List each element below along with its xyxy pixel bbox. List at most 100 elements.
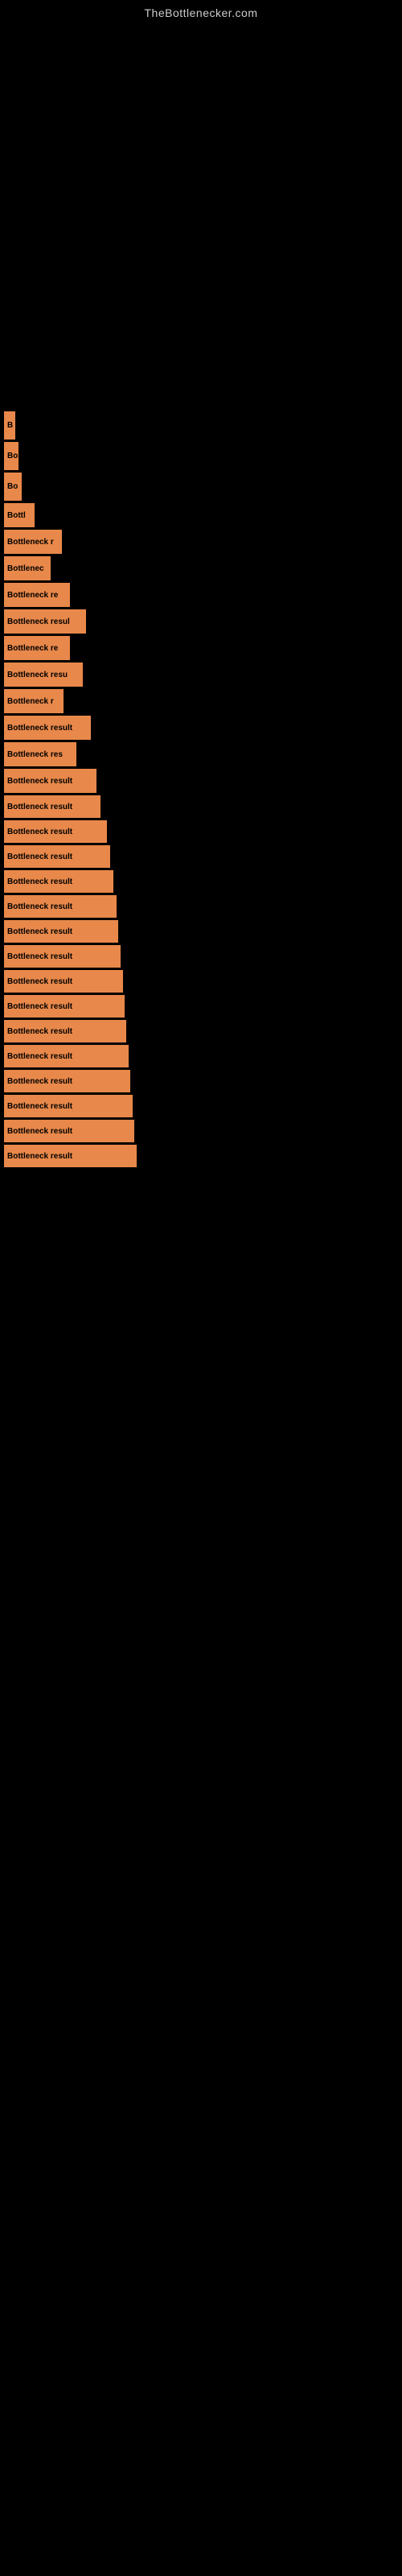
result-bar: Bottleneck result xyxy=(4,1020,126,1042)
bar-row: Bottl xyxy=(4,503,402,527)
result-bar: B xyxy=(4,411,15,440)
bar-label: Bottleneck result xyxy=(7,1052,72,1061)
result-bar: Bottl xyxy=(4,503,35,527)
bar-row xyxy=(4,308,402,340)
bar-label: Bo xyxy=(7,452,18,460)
result-bar: Bo xyxy=(4,442,18,470)
bar-row xyxy=(4,204,402,236)
bar-label: Bottleneck r xyxy=(7,538,54,547)
result-bar: Bottleneck result xyxy=(4,1120,134,1142)
bar-row xyxy=(4,238,402,270)
bar-row: Bottleneck result xyxy=(4,845,402,868)
bar-row xyxy=(4,134,402,167)
result-bar: Bottleneck re xyxy=(4,583,70,607)
bar-label: Bottleneck result xyxy=(7,1102,72,1111)
bar-label: Bottleneck result xyxy=(7,724,72,733)
bar-row: Bo xyxy=(4,442,402,470)
result-bar: Bottleneck resul xyxy=(4,609,86,634)
bar-label: Bottleneck re xyxy=(7,591,58,600)
bar-label: Bottlenec xyxy=(7,564,44,573)
bar-row: Bottleneck result xyxy=(4,995,402,1018)
page-wrapper: TheBottlenecker.com B Bo Bo Bottl Bottleneck… xyxy=(0,0,402,1170)
bar-label: B xyxy=(7,421,13,430)
bar-row: Bottleneck r xyxy=(4,689,402,713)
result-bar: Bottleneck result xyxy=(4,870,113,893)
bar-row: Bottleneck result xyxy=(4,1045,402,1067)
bar-row: Bottleneck result xyxy=(4,820,402,843)
bar-label: Bottleneck result xyxy=(7,902,72,911)
bar-row: Bottleneck result xyxy=(4,920,402,943)
bar-row: Bottleneck re xyxy=(4,583,402,607)
result-bar: Bo xyxy=(4,473,22,501)
bar-label: Bottleneck result xyxy=(7,927,72,936)
bar-row: Bottleneck result xyxy=(4,970,402,993)
bar-label: Bottleneck result xyxy=(7,777,72,786)
bar-label: Bottleneck result xyxy=(7,1077,72,1086)
bar-row xyxy=(4,31,402,63)
bar-label: Bottleneck r xyxy=(7,697,54,706)
bar-row xyxy=(4,100,402,132)
bar-row: Bottleneck resu xyxy=(4,663,402,687)
result-bar: Bottleneck resu xyxy=(4,663,83,687)
bar-label: Bottleneck res xyxy=(7,750,63,759)
bar-row: Bottleneck result xyxy=(4,1145,402,1167)
bar-label: Bottl xyxy=(7,511,26,520)
result-bar: Bottleneck result xyxy=(4,820,107,843)
result-bar: Bottleneck res xyxy=(4,742,76,766)
bar-row: Bottleneck resul xyxy=(4,609,402,634)
bar-label: Bottleneck result xyxy=(7,1152,72,1161)
bar-row xyxy=(4,169,402,201)
bar-label: Bottleneck result xyxy=(7,852,72,861)
bar-row: Bottleneck result xyxy=(4,795,402,818)
bar-row: Bottlenec xyxy=(4,556,402,580)
result-bar: Bottleneck r xyxy=(4,530,62,554)
bar-label: Bottleneck result xyxy=(7,877,72,886)
bar-row: Bottleneck result xyxy=(4,1095,402,1117)
result-bar: Bottleneck result xyxy=(4,1070,130,1092)
result-bar: Bottleneck result xyxy=(4,716,91,740)
bar-row: Bo xyxy=(4,473,402,501)
bar-row: B xyxy=(4,411,402,440)
bar-label: Bottleneck result xyxy=(7,1027,72,1036)
bar-label: Bottleneck result xyxy=(7,803,72,811)
result-bar: Bottleneck result xyxy=(4,970,123,993)
result-bar: Bottleneck re xyxy=(4,636,70,660)
result-bar: Bottleneck r xyxy=(4,689,64,713)
bar-row xyxy=(4,342,402,374)
result-bar: Bottleneck result xyxy=(4,1045,129,1067)
result-bar: Bottleneck result xyxy=(4,769,96,793)
bar-label: Bottleneck result xyxy=(7,1002,72,1011)
result-bar: Bottleneck result xyxy=(4,845,110,868)
bar-label: Bottleneck result xyxy=(7,1127,72,1136)
bar-row xyxy=(4,377,402,409)
result-bar: Bottleneck result xyxy=(4,920,118,943)
bar-row xyxy=(4,65,402,97)
bar-row: Bottleneck result xyxy=(4,870,402,893)
result-bar: Bottleneck result xyxy=(4,945,121,968)
bar-container: B Bo Bo Bottl Bottleneck r Bottlenec Bottlenec… xyxy=(0,23,402,1170)
bar-row: Bottleneck r xyxy=(4,530,402,554)
bar-row: Bottleneck result xyxy=(4,1020,402,1042)
result-bar: Bottlenec xyxy=(4,556,51,580)
bar-row: Bottleneck result xyxy=(4,769,402,793)
bar-label: Bottleneck re xyxy=(7,644,58,653)
bar-label: Bottleneck resu xyxy=(7,671,68,679)
bar-label: Bottleneck resul xyxy=(7,617,70,626)
bar-label: Bottleneck result xyxy=(7,828,72,836)
result-bar: Bottleneck result xyxy=(4,895,117,918)
bar-label: Bo xyxy=(7,482,18,491)
bar-row: Bottleneck result xyxy=(4,895,402,918)
result-bar: Bottleneck result xyxy=(4,995,125,1018)
result-bar: Bottleneck result xyxy=(4,1145,137,1167)
result-bar: Bottleneck result xyxy=(4,1095,133,1117)
bar-row: Bottleneck result xyxy=(4,945,402,968)
bar-label: Bottleneck result xyxy=(7,977,72,986)
bar-row: Bottleneck res xyxy=(4,742,402,766)
bar-row xyxy=(4,273,402,305)
bar-row: Bottleneck re xyxy=(4,636,402,660)
bar-row: Bottleneck result xyxy=(4,1120,402,1142)
bar-row: Bottleneck result xyxy=(4,1070,402,1092)
result-bar: Bottleneck result xyxy=(4,795,100,818)
bar-row: Bottleneck result xyxy=(4,716,402,740)
site-title: TheBottlenecker.com xyxy=(0,0,402,23)
